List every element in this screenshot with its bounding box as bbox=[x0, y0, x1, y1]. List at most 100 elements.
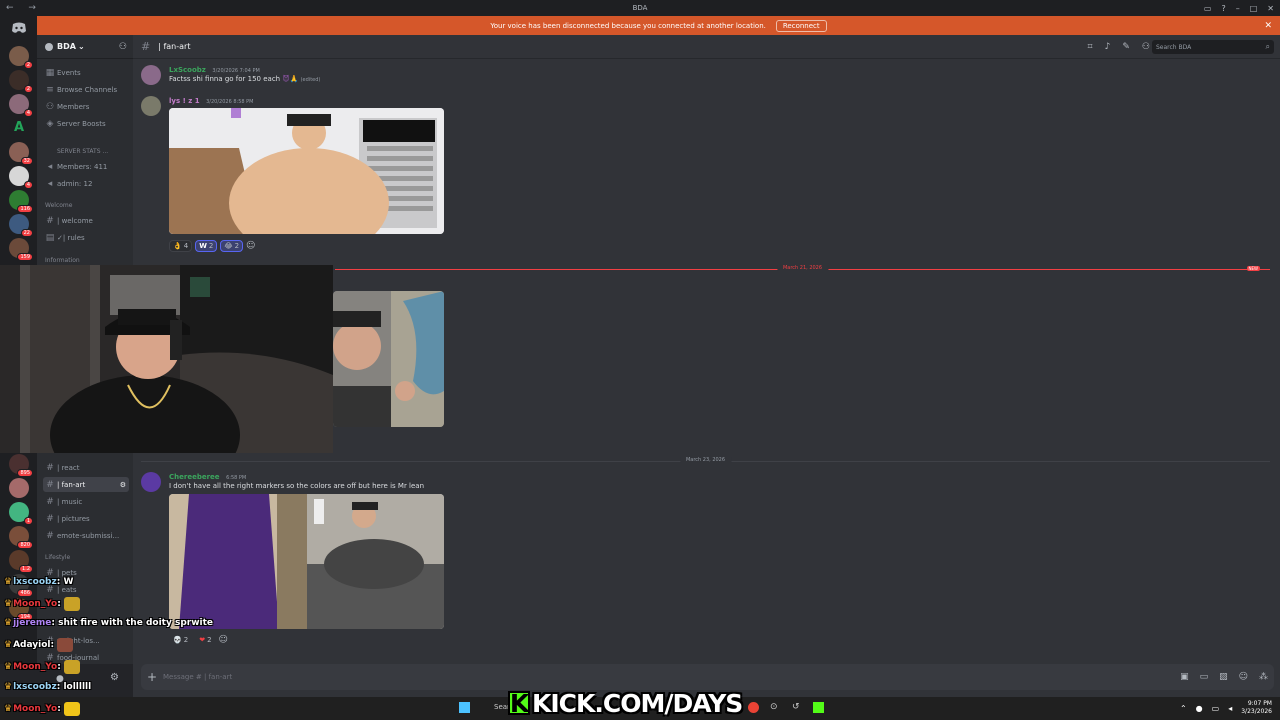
channel-header: # | fan-art ⌗ ♪ ✎ ⚇ Search BDA ⌕ bbox=[133, 35, 1280, 59]
reconnect-button[interactable]: Reconnect bbox=[775, 19, 827, 32]
gif-icon[interactable]: ▭ bbox=[1200, 672, 1209, 682]
minimize-button[interactable]: – bbox=[1236, 4, 1240, 13]
reaction-ok[interactable]: 👌 4 bbox=[169, 240, 193, 252]
category-lifestyle[interactable]: Lifestyle bbox=[45, 554, 70, 561]
server-icon[interactable]: 22 bbox=[9, 214, 33, 237]
add-reaction-icon[interactable]: ☺ bbox=[219, 634, 228, 646]
notification-bell-icon[interactable]: ♪ bbox=[1105, 42, 1111, 52]
category-server-stats[interactable]: SERVER STATS ... bbox=[57, 148, 108, 155]
channel-stats-members[interactable]: ◂ Members: 411 bbox=[43, 159, 129, 174]
nav-arrows[interactable]: ← → bbox=[6, 3, 42, 13]
banner-close-icon[interactable]: ✕ bbox=[1264, 21, 1272, 31]
new-badge: NEW bbox=[1246, 266, 1260, 271]
server-icon[interactable]: 4 bbox=[9, 166, 33, 189]
help-icon[interactable]: ? bbox=[1221, 4, 1225, 13]
kick-app-icon[interactable] bbox=[813, 702, 824, 713]
server-icon[interactable]: 1 bbox=[9, 502, 33, 525]
category-welcome[interactable]: Welcome bbox=[45, 202, 72, 209]
discord-icon[interactable] bbox=[11, 22, 27, 34]
channel-fan-art[interactable]: # | fan-art ⚙ bbox=[43, 477, 129, 492]
hash-icon: # bbox=[46, 567, 54, 578]
channel-pictures[interactable]: # | pictures bbox=[43, 511, 129, 526]
avatar[interactable] bbox=[141, 472, 161, 492]
settings-icon[interactable]: ⚙ bbox=[110, 672, 119, 683]
search-input[interactable]: Search BDA ⌕ bbox=[1152, 40, 1274, 54]
mic-icon[interactable]: ● bbox=[1196, 704, 1203, 713]
avatar[interactable] bbox=[141, 65, 161, 85]
avatar[interactable] bbox=[141, 96, 161, 116]
maximize-button[interactable]: □ bbox=[1250, 4, 1258, 13]
category-information[interactable]: Information bbox=[45, 257, 80, 264]
reaction-laugh[interactable]: 😂 2 bbox=[220, 240, 244, 252]
server-icon[interactable]: 820 bbox=[9, 526, 33, 549]
server-icon[interactable]: 159 bbox=[9, 238, 33, 261]
channel-welcome[interactable]: # | welcome bbox=[43, 213, 129, 228]
chat-message: ♛ Moon_Yo : bbox=[4, 660, 80, 674]
channel-emote-submissions[interactable]: # emote-submissi... bbox=[43, 528, 129, 543]
reaction-w[interactable]: W2 bbox=[195, 240, 218, 252]
network-icon[interactable]: ▭ bbox=[1212, 704, 1220, 713]
app-icon[interactable]: ↺ bbox=[792, 702, 800, 712]
username[interactable]: lys ! z 1 bbox=[169, 97, 200, 105]
hash-icon: # bbox=[46, 530, 54, 541]
settings-icon[interactable]: ⚙ bbox=[120, 481, 126, 489]
window-title: BDA bbox=[632, 4, 648, 12]
channel-browse[interactable]: ≡ Browse Channels bbox=[43, 82, 129, 97]
pin-icon[interactable]: ✎ bbox=[1122, 42, 1130, 52]
channel-events[interactable]: ▦ Events bbox=[43, 65, 129, 80]
server-icon[interactable]: 1.2 bbox=[9, 550, 33, 573]
channel-react[interactable]: # | react bbox=[43, 460, 129, 475]
volume-icon[interactable]: ◂ bbox=[1228, 704, 1232, 713]
date-divider-new: March 21, 2026 bbox=[335, 265, 1270, 271]
clock[interactable]: 9:07 PM 3/23/2026 bbox=[1241, 700, 1272, 716]
add-reaction-icon[interactable]: ☺ bbox=[246, 240, 255, 252]
server-icon[interactable]: 2 bbox=[9, 70, 33, 93]
message-header: Chereeberee 6:58 PM bbox=[169, 472, 246, 481]
server-icon[interactable]: 895 bbox=[9, 454, 33, 477]
username[interactable]: LxScoobz bbox=[169, 66, 206, 74]
window-titlebar: ← → BDA ▭ ? – □ ✕ bbox=[0, 0, 1280, 16]
sticker-icon[interactable]: ▨ bbox=[1219, 672, 1228, 682]
emote-icon bbox=[63, 660, 80, 674]
message-input[interactable]: Message # | fan-art bbox=[163, 673, 232, 681]
gift-icon[interactable]: ▣ bbox=[1180, 672, 1189, 682]
message-text: Factss shi finna go for 150 each 😈🙏 (edi… bbox=[169, 75, 321, 83]
channel-rules[interactable]: ▤ ✓| rules bbox=[43, 230, 129, 245]
message-composer[interactable]: + Message # | fan-art ▣ ▭ ▨ ☺ ⁂ bbox=[141, 664, 1274, 690]
chrome-icon[interactable] bbox=[748, 702, 759, 713]
reaction-skull[interactable]: 💀 2 bbox=[169, 634, 192, 646]
crown-icon: ♛ bbox=[4, 682, 13, 692]
channel-music[interactable]: # | music bbox=[43, 494, 129, 509]
speaker-icon: ◂ bbox=[47, 161, 53, 172]
hash-icon: # bbox=[46, 496, 54, 507]
channel-members[interactable]: ⚇ Members bbox=[43, 99, 129, 114]
server-icon[interactable] bbox=[9, 478, 29, 498]
members-icon: ⚇ bbox=[45, 101, 55, 112]
close-button[interactable]: ✕ bbox=[1267, 4, 1274, 13]
fan-art-image[interactable] bbox=[169, 108, 444, 234]
drawing-attachment[interactable] bbox=[169, 494, 444, 629]
channel-boosts[interactable]: ◈ Server Boosts bbox=[43, 116, 129, 131]
add-user-icon[interactable]: ⚇ bbox=[119, 42, 127, 52]
app-icon[interactable]: ⊙ bbox=[770, 702, 778, 712]
add-attachment-icon[interactable]: + bbox=[141, 670, 163, 684]
windows-start-icon[interactable] bbox=[459, 702, 470, 713]
guild-icon bbox=[45, 42, 53, 51]
channel-stats-admin[interactable]: ◂ admin: 12 bbox=[43, 176, 129, 191]
emoji-icon[interactable]: ☺ bbox=[1239, 672, 1248, 682]
server-icon[interactable]: 4 bbox=[9, 94, 33, 117]
guild-header[interactable]: BDA ⌄ ⚇ bbox=[37, 35, 133, 59]
member-list-icon[interactable]: ⚇ bbox=[1142, 42, 1150, 52]
server-icon[interactable]: 116 bbox=[9, 190, 33, 213]
photo-attachment[interactable] bbox=[333, 291, 444, 427]
reaction-heart[interactable]: ❤ 2 bbox=[195, 634, 215, 646]
chevron-up-icon[interactable]: ⌃ bbox=[1180, 704, 1187, 713]
threads-icon[interactable]: ⌗ bbox=[1088, 42, 1093, 52]
apps-icon[interactable]: ⁂ bbox=[1259, 672, 1268, 682]
inbox-icon[interactable]: ▭ bbox=[1204, 4, 1212, 13]
header-toolbar: ⌗ ♪ ✎ ⚇ bbox=[1088, 42, 1150, 52]
username[interactable]: Chereeberee bbox=[169, 473, 220, 481]
server-icon[interactable]: 2 bbox=[9, 46, 33, 69]
server-icon[interactable]: A bbox=[9, 118, 29, 138]
server-icon[interactable]: 32 bbox=[9, 142, 33, 165]
